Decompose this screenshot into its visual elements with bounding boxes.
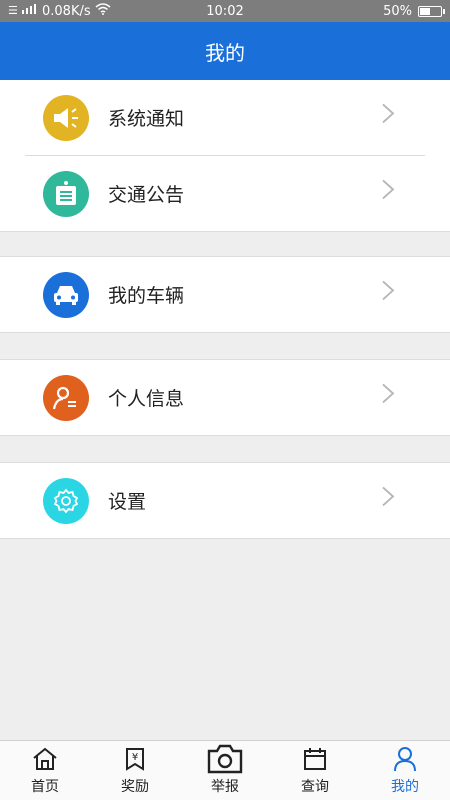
menu-item-label: 系统通知	[108, 108, 185, 130]
chevron-right-icon	[381, 178, 395, 204]
reward-icon: ¥	[123, 742, 147, 776]
menu-item-label: 个人信息	[108, 388, 185, 410]
megaphone-icon	[43, 94, 89, 141]
home-icon	[32, 742, 58, 776]
notice-board-icon	[43, 170, 89, 217]
status-time: 10:02	[206, 3, 244, 19]
menu-item-system-notice[interactable]: 系统通知	[0, 80, 450, 155]
nav-label: 奖励	[121, 779, 149, 795]
svg-text:¥: ¥	[132, 752, 138, 763]
page-title: 我的	[205, 40, 245, 65]
nav-label: 查询	[301, 779, 329, 795]
menu-item-label: 交通公告	[108, 184, 185, 206]
gear-icon	[43, 477, 89, 524]
menu-item-personal-info[interactable]: 个人信息	[0, 360, 450, 435]
bottom-nav: 首页 ¥ 奖励 举报 查询 我的	[0, 740, 450, 800]
nav-item-mine[interactable]: 我的	[360, 741, 450, 800]
nav-label: 举报	[211, 779, 239, 795]
signal-icon: ☰	[8, 3, 38, 19]
camera-icon	[206, 742, 244, 776]
menu-group-profile: 个人信息	[0, 359, 450, 436]
status-right: 50%	[282, 3, 445, 19]
menu-group-vehicle: 我的车辆	[0, 256, 450, 333]
svg-text:☰: ☰	[8, 4, 18, 15]
menu-item-label: 我的车辆	[108, 285, 185, 307]
nav-item-home[interactable]: 首页	[0, 741, 90, 800]
wifi-icon	[95, 3, 111, 19]
menu-item-my-vehicle[interactable]: 我的车辆	[0, 257, 450, 332]
chevron-right-icon	[381, 382, 395, 408]
battery-percent: 50%	[383, 3, 412, 19]
menu-content: 系统通知 交通公告 我的车辆 个人信息 设置	[0, 80, 450, 740]
car-icon	[43, 271, 89, 318]
chevron-right-icon	[381, 102, 395, 128]
user-icon	[393, 742, 417, 776]
chevron-right-icon	[381, 279, 395, 305]
menu-group-settings: 设置	[0, 462, 450, 539]
chevron-right-icon	[381, 485, 395, 511]
nav-item-reward[interactable]: ¥ 奖励	[90, 741, 180, 800]
battery-icon	[418, 5, 445, 17]
nav-item-query[interactable]: 查询	[270, 741, 360, 800]
person-info-icon	[43, 374, 89, 421]
menu-item-label: 设置	[108, 491, 147, 513]
menu-group-messages: 系统通知 交通公告	[0, 80, 450, 232]
nav-label: 首页	[31, 779, 59, 795]
battery-fill	[420, 7, 430, 15]
network-speed: 0.08K/s	[42, 3, 91, 19]
status-bar: ☰ 0.08K/s 10:02 50%	[0, 0, 450, 22]
menu-item-traffic-notice[interactable]: 交通公告	[0, 156, 450, 231]
calendar-icon	[303, 742, 327, 776]
nav-label: 我的	[391, 779, 419, 795]
menu-item-settings[interactable]: 设置	[0, 463, 450, 538]
status-left: ☰ 0.08K/s	[8, 3, 168, 19]
page-header: 我的	[0, 22, 450, 80]
nav-item-report[interactable]: 举报	[180, 741, 270, 800]
